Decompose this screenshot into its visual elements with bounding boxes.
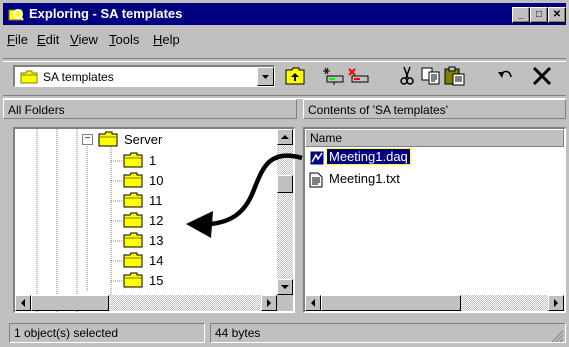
folder-icon [123,232,143,248]
folder-tree-pane[interactable]: − Server 1 10 11 12 13 14 15 [13,127,295,313]
menu-view[interactable]: View [70,32,98,47]
scroll-down-button[interactable] [277,279,293,295]
disconnect-drive-button[interactable] [346,65,370,87]
arrow-up-icon [281,135,289,139]
folder-icon [123,252,143,268]
tree-item-label: Server [124,132,163,147]
scroll-right-button[interactable] [548,295,564,311]
chevron-down-icon [262,75,269,79]
tree-vertical-scrollbar[interactable] [277,129,293,295]
arrow-right-icon [554,299,558,307]
collapse-toggle[interactable]: − [82,134,93,145]
arrow-left-icon [311,299,315,307]
close-button[interactable]: ✕ [548,7,566,23]
tree-item-label: 14 [149,253,164,268]
tree-item-label: 12 [149,213,164,228]
tree-item-label: 13 [149,233,164,248]
folder-icon [123,172,143,188]
file-list-pane[interactable]: Name Meeting1.daq Meeting1.txt [303,127,566,313]
title-bar[interactable]: Exploring - SA templates _ □ ✕ [3,3,566,25]
cut-button[interactable] [395,65,419,87]
arrow-down-icon [281,285,289,289]
folder-icon [123,272,143,288]
copy-button[interactable] [419,65,443,87]
size-status: 44 bytes [210,323,566,343]
tree-item-label: 10 [149,173,164,188]
map-drive-button[interactable] [321,65,345,87]
scroll-up-button[interactable] [277,129,293,145]
cut-icon [400,66,414,85]
contents-header: Contents of 'SA templates' [303,99,566,119]
menu-help[interactable]: Help [153,32,180,47]
resize-grip-icon[interactable] [550,329,564,343]
disconnect-drive-icon [348,68,369,83]
scroll-corner [277,295,293,311]
file-name: Meeting1.daq [326,148,411,165]
menu-bar: File Edit View Tools Help [3,28,566,50]
folder-icon [123,212,143,228]
window-title: Exploring - SA templates [29,6,183,21]
address-dropdown-button[interactable] [257,67,274,86]
arrow-left-icon [21,299,25,307]
toolbar: SA templates [3,62,566,92]
scroll-left-button[interactable] [15,295,31,311]
address-combo[interactable]: SA templates [13,65,275,87]
folder-icon [20,70,38,84]
address-value: SA templates [43,70,114,84]
up-one-level-icon [285,67,305,85]
status-bar: 1 object(s) selected 44 bytes [3,322,566,344]
selection-status: 1 object(s) selected [9,323,205,343]
undo-button[interactable] [493,65,517,87]
scroll-left-button[interactable] [305,295,321,311]
copy-icon [421,67,440,85]
text-file-icon [309,172,323,188]
map-drive-icon [323,67,344,85]
menu-edit[interactable]: Edit [37,32,59,47]
maximize-button[interactable]: □ [530,7,548,23]
explorer-icon [8,9,24,21]
delete-button[interactable] [530,65,554,87]
menu-file[interactable]: File [7,32,28,47]
daq-file-icon [309,150,325,166]
scroll-right-button[interactable] [261,295,277,311]
undo-icon [498,70,512,78]
pane-headers: All Folders Contents of 'SA templates' [3,99,566,121]
tree-item-label: 15 [149,273,164,288]
delete-icon [532,66,552,86]
folder-icon [123,152,143,168]
file-name: Meeting1.txt [329,171,400,186]
paste-button[interactable] [443,65,467,87]
all-folders-header: All Folders [3,99,297,119]
scroll-thumb[interactable] [31,295,109,311]
tree-item-label: 11 [149,193,163,208]
scroll-thumb[interactable] [277,175,293,193]
arrow-right-icon [267,299,271,307]
paste-icon [444,66,465,86]
up-one-level-button[interactable] [283,65,307,87]
minimize-button[interactable]: _ [512,7,530,23]
name-column-header[interactable]: Name [305,129,564,147]
folder-icon [123,192,143,208]
menu-tools[interactable]: Tools [109,32,139,47]
scroll-thumb[interactable] [321,295,461,311]
tree-item-label: 1 [149,153,157,168]
explorer-window: Exploring - SA templates _ □ ✕ File Edit… [0,0,569,347]
open-folder-icon [98,131,118,147]
